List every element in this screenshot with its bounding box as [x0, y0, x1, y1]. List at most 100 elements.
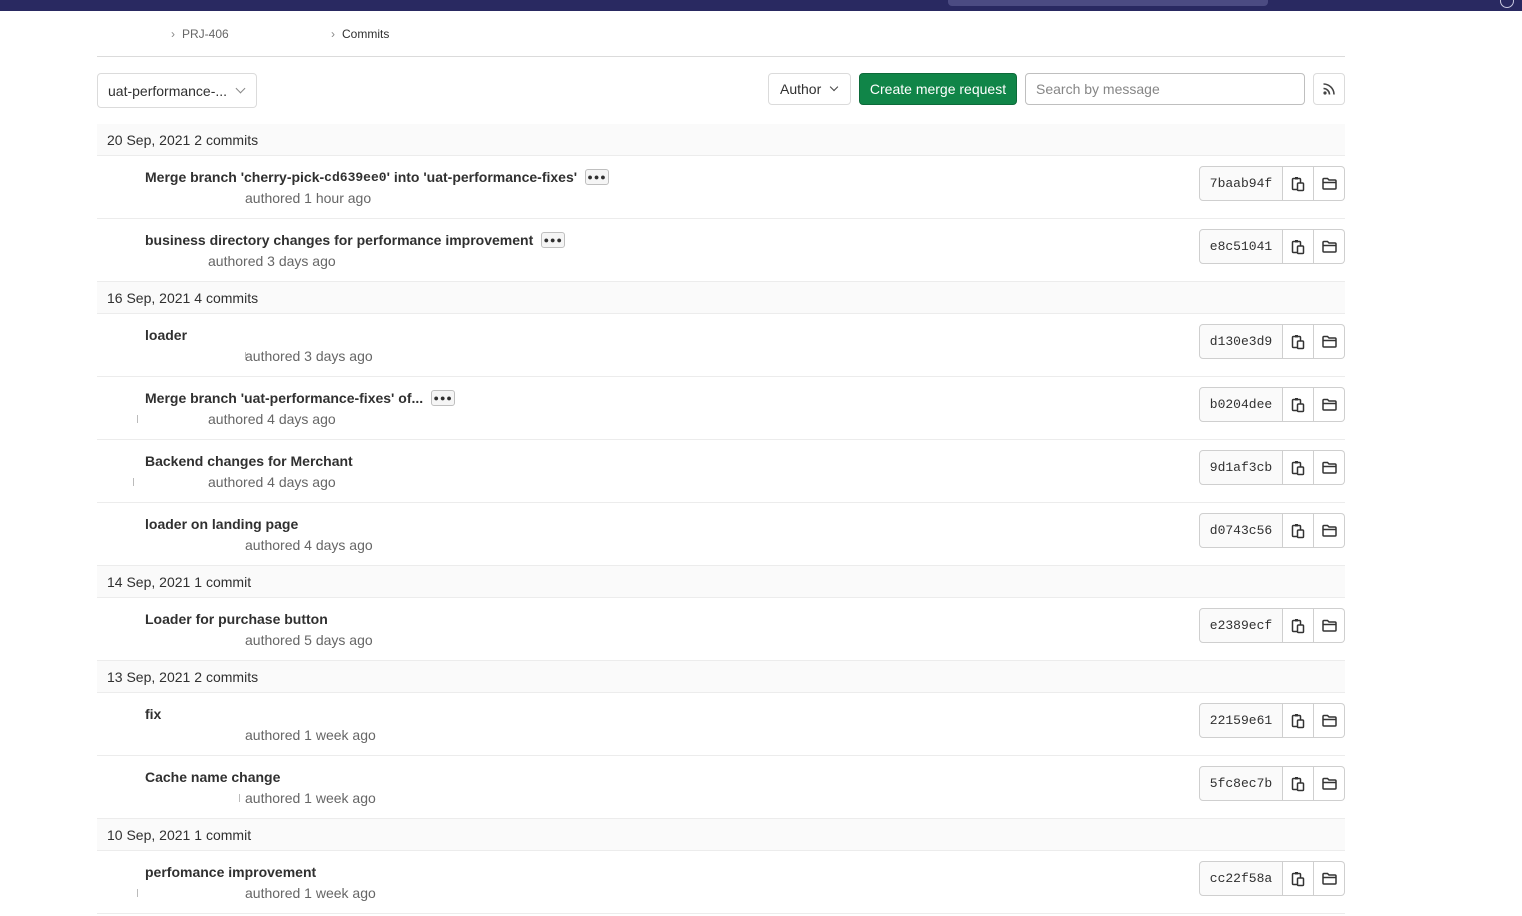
folder-icon — [1321, 524, 1337, 537]
commit-author-meta: authored 5 days ago — [245, 632, 373, 648]
branch-selector[interactable]: uat-performance-... — [97, 73, 257, 108]
browse-files-button[interactable] — [1314, 766, 1345, 801]
copy-sha-button[interactable] — [1283, 513, 1314, 548]
browse-files-button[interactable] — [1314, 513, 1345, 548]
commit-author-meta: authored 3 days ago — [245, 348, 373, 364]
commit-sha-group: 22159e61 — [1199, 703, 1345, 738]
day-date: 20 Sep, 2021 — [107, 131, 191, 148]
day-commit-count: 4 commits — [194, 289, 259, 306]
commit-title-text: loader on landing page — [145, 516, 299, 532]
commit-row: Backend changes for Merchant authored 4 d… — [97, 440, 1345, 503]
author-filter-label: Author — [780, 81, 822, 97]
day-commit-count: 1 commit — [194, 573, 252, 590]
expand-description-button[interactable]: ●●● — [585, 169, 610, 185]
commit-sha-label[interactable]: e2389ecf — [1199, 608, 1283, 643]
avatar-placeholder — [137, 415, 138, 423]
expand-description-button[interactable]: ●●● — [541, 232, 566, 248]
copy-icon — [1291, 460, 1305, 475]
commit-title[interactable]: Loader for purchase button — [145, 611, 328, 627]
folder-icon — [1321, 461, 1337, 474]
copy-sha-button[interactable] — [1283, 166, 1314, 201]
commit-author-meta: authored 1 week ago — [245, 790, 376, 806]
avatar-placeholder — [137, 889, 138, 897]
browse-files-button[interactable] — [1314, 861, 1345, 896]
commit-sha-label[interactable]: 7baab94f — [1199, 166, 1283, 201]
browse-files-button[interactable] — [1314, 608, 1345, 643]
commit-author-meta: authored 4 days ago — [208, 474, 336, 490]
copy-sha-button[interactable] — [1283, 229, 1314, 264]
copy-icon — [1291, 618, 1305, 633]
commit-title[interactable]: business directory changes for performan… — [145, 232, 566, 248]
copy-sha-button[interactable] — [1283, 450, 1314, 485]
commit-title[interactable]: loader on landing page — [145, 516, 298, 532]
commit-sha-group: 9d1af3cb — [1199, 450, 1345, 485]
copy-sha-button[interactable] — [1283, 861, 1314, 896]
create-merge-request-button[interactable]: Create merge request — [859, 73, 1017, 105]
commit-title[interactable]: perfomance improvement — [145, 864, 316, 880]
commit-row: loader authored 3 days ago d130e3d9 — [97, 314, 1345, 377]
browse-files-button[interactable] — [1314, 387, 1345, 422]
commit-sha-label[interactable]: 9d1af3cb — [1199, 450, 1283, 485]
global-search-bar[interactable] — [948, 0, 1268, 6]
commit-title[interactable]: fix — [145, 706, 161, 722]
breadcrumb-label: Commits — [342, 27, 390, 41]
folder-icon — [1321, 240, 1337, 253]
copy-sha-button[interactable] — [1283, 703, 1314, 738]
avatar-placeholder — [239, 794, 240, 802]
breadcrumb-item-commits[interactable]: › Commits — [331, 27, 389, 41]
breadcrumb-item-project[interactable]: › PRJ-406 — [171, 27, 229, 41]
commit-author-meta: authored 4 days ago — [245, 537, 373, 553]
commit-sha-label[interactable]: b0204dee — [1199, 387, 1283, 422]
commit-row: Cache name change authored 1 week ago 5fc8… — [97, 756, 1345, 819]
commit-sha-label[interactable]: e8c51041 — [1199, 229, 1283, 264]
copy-sha-button[interactable] — [1283, 324, 1314, 359]
browse-files-button[interactable] — [1314, 229, 1345, 264]
commit-title[interactable]: loader — [145, 327, 187, 343]
commit-title-text: Cache name change — [145, 769, 281, 785]
commit-sha-group: e8c51041 — [1199, 229, 1345, 264]
author-filter-dropdown[interactable]: Author — [768, 73, 851, 105]
commit-title[interactable]: Backend changes for Merchant — [145, 453, 353, 469]
commit-row: fix authored 1 week ago 22159e61 — [97, 693, 1345, 756]
commit-author-meta: authored 3 days ago — [208, 253, 336, 269]
commit-sha-label[interactable]: 5fc8ec7b — [1199, 766, 1283, 801]
expand-description-button[interactable]: ●●● — [431, 390, 456, 406]
day-header: 16 Sep, 2021 4 commits — [97, 282, 1345, 314]
commit-title-part: cd639ee0 — [324, 169, 387, 185]
browse-files-button[interactable] — [1314, 166, 1345, 201]
commit-title[interactable]: Cache name change — [145, 769, 280, 785]
avatar-placeholder — [133, 478, 134, 486]
rss-feed-button[interactable] — [1313, 73, 1345, 105]
commit-title-part: Merge branch 'cherry-pick- — [145, 169, 325, 185]
day-commit-count: 2 commits — [194, 131, 259, 148]
folder-icon — [1321, 714, 1337, 727]
commit-row: Merge branch 'uat-performance-fixes' of.… — [97, 377, 1345, 440]
commit-author-meta: authored 1 week ago — [245, 885, 376, 901]
commit-author-meta: authored 1 week ago — [245, 727, 376, 743]
commit-title-text: perfomance improvement — [145, 864, 317, 880]
commit-sha-label[interactable]: d0743c56 — [1199, 513, 1283, 548]
commit-list: 20 Sep, 2021 2 commits Merge branch 'cherr… — [97, 124, 1345, 914]
top-navbar — [0, 0, 1522, 11]
browse-files-button[interactable] — [1314, 703, 1345, 738]
chevron-down-icon — [235, 83, 246, 94]
copy-icon — [1291, 397, 1305, 412]
copy-sha-button[interactable] — [1283, 766, 1314, 801]
help-icon[interactable] — [1500, 0, 1514, 8]
search-by-message-input[interactable] — [1025, 73, 1305, 105]
day-date: 16 Sep, 2021 — [107, 289, 191, 306]
commit-title-text: loader — [145, 327, 188, 343]
commit-sha-label[interactable]: d130e3d9 — [1199, 324, 1283, 359]
day-commit-count: 2 commits — [194, 668, 259, 685]
copy-icon — [1291, 176, 1305, 191]
rss-icon — [1323, 83, 1335, 95]
copy-sha-button[interactable] — [1283, 387, 1314, 422]
browse-files-button[interactable] — [1314, 324, 1345, 359]
folder-icon — [1321, 335, 1337, 348]
commit-title[interactable]: Merge branch 'uat-performance-fixes' of.… — [145, 390, 456, 406]
commit-title[interactable]: Merge branch 'cherry-pick-cd639ee0 ' into… — [145, 169, 610, 185]
copy-sha-button[interactable] — [1283, 608, 1314, 643]
commit-sha-label[interactable]: cc22f58a — [1199, 861, 1283, 896]
commit-sha-label[interactable]: 22159e61 — [1199, 703, 1283, 738]
browse-files-button[interactable] — [1314, 450, 1345, 485]
